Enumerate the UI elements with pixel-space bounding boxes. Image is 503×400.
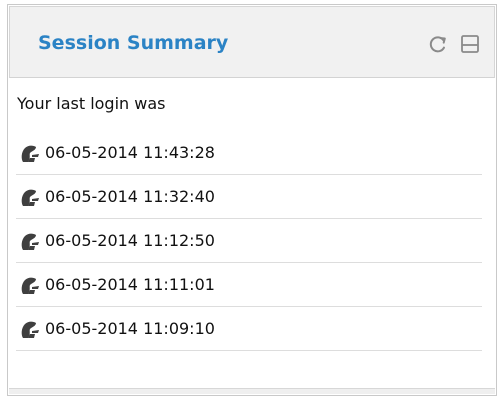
list-item: 06-05-2014 11:43:28 [16,131,482,175]
login-history-icon [18,142,44,164]
refresh-icon [429,36,446,53]
login-time: 06-05-2014 11:12:50 [45,230,215,250]
widget-header: Session Summary [9,6,495,78]
list-item: 06-05-2014 11:11:01 [16,263,482,307]
login-history-icon [18,186,44,208]
session-summary-widget: Session Summary Your last login was 06-0… [7,4,497,396]
login-history-icon [18,230,44,252]
minimize-button[interactable] [460,34,480,54]
login-time: 06-05-2014 11:43:28 [45,142,215,162]
refresh-button[interactable] [428,34,448,54]
widget-title: Session Summary [38,32,229,54]
widget-body: Your last login was 06-05-2014 11:43:28 [8,95,496,351]
widget-footer-rule [9,388,495,394]
login-time: 06-05-2014 11:09:10 [45,318,215,338]
list-item: 06-05-2014 11:09:10 [16,307,482,351]
login-time: 06-05-2014 11:32:40 [45,186,215,206]
list-item: 06-05-2014 11:32:40 [16,175,482,219]
login-time: 06-05-2014 11:11:01 [45,274,215,294]
last-login-label: Your last login was [17,94,166,113]
login-history-icon [18,274,44,296]
minimize-icon [461,35,479,53]
list-item: 06-05-2014 11:12:50 [16,219,482,263]
login-history-list: 06-05-2014 11:43:28 06-05-2014 11:32:40 [16,131,482,351]
header-tools [428,29,480,59]
login-history-icon [18,318,44,340]
